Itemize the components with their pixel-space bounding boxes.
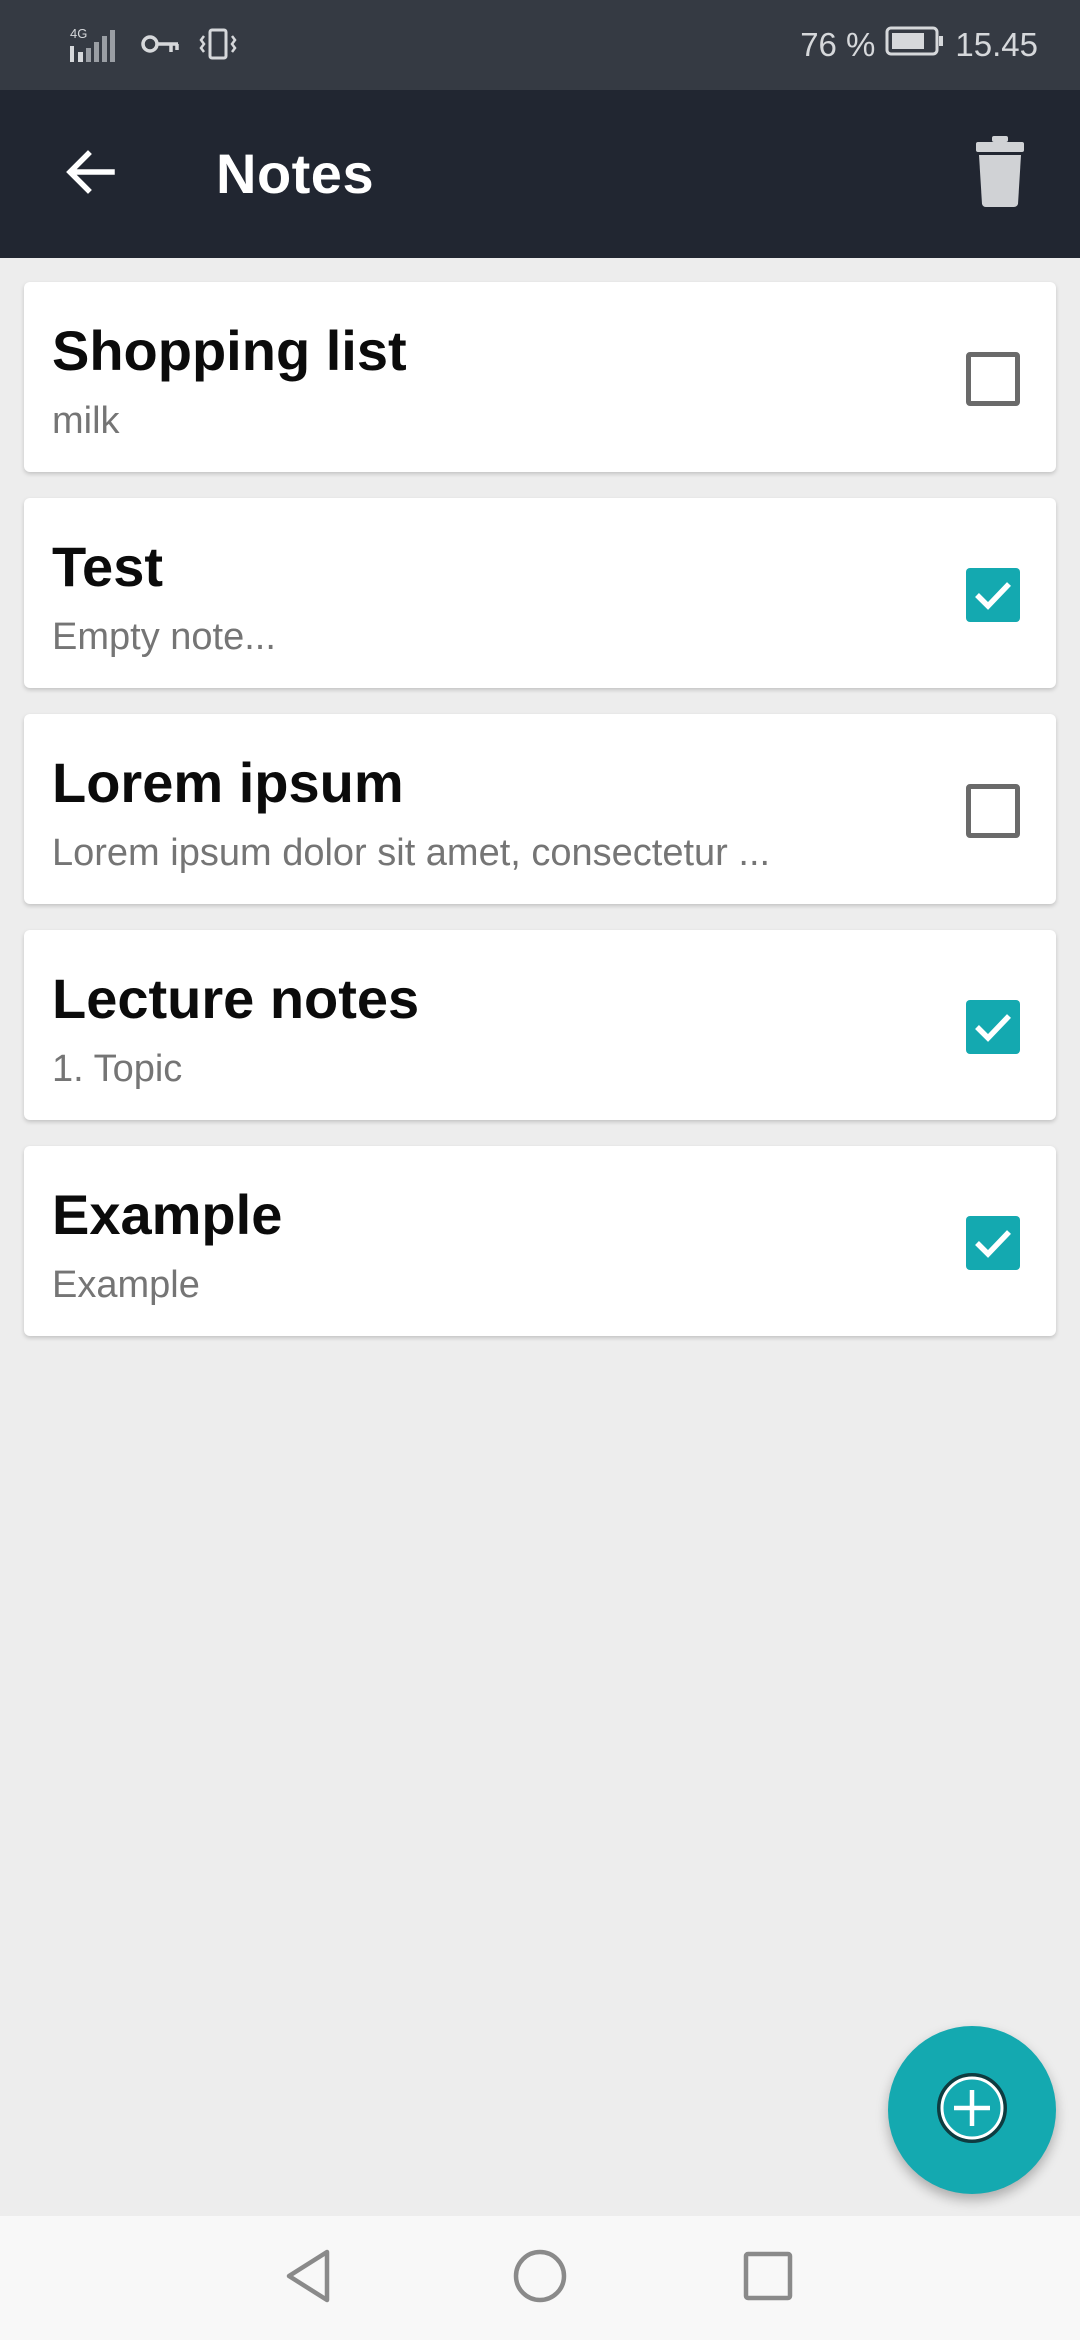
note-checkbox[interactable] bbox=[966, 1216, 1020, 1270]
note-preview: Lorem ipsum dolor sit amet, consectetur … bbox=[52, 832, 771, 874]
note-title: Lorem ipsum bbox=[52, 751, 404, 814]
system-nav-bar bbox=[0, 2216, 1080, 2340]
clock: 15.45 bbox=[955, 26, 1038, 63]
note-card[interactable]: Lecture notes 1. Topic bbox=[24, 930, 1056, 1120]
note-title: Test bbox=[52, 535, 163, 598]
app-bar: Notes bbox=[0, 90, 1080, 258]
add-note-button[interactable] bbox=[888, 2026, 1056, 2194]
note-preview: 1. Topic bbox=[52, 1048, 183, 1090]
note-checkbox[interactable] bbox=[966, 784, 1020, 838]
battery-percent: 76 % bbox=[800, 26, 876, 63]
status-icons-left: 4G bbox=[68, 24, 238, 69]
nav-recents-icon bbox=[741, 2249, 795, 2308]
vpn-key-icon bbox=[140, 24, 180, 69]
status-icons-right: 76 % 15.45 bbox=[800, 0, 1038, 90]
battery-icon bbox=[885, 24, 945, 66]
note-card[interactable]: Example Example bbox=[24, 1146, 1056, 1336]
note-title: Shopping list bbox=[52, 319, 407, 382]
note-card[interactable]: Shopping list milk bbox=[24, 282, 1056, 472]
notes-list: Shopping list milk Test Empty note... Lo… bbox=[24, 282, 1056, 1362]
page-title: Notes bbox=[216, 142, 375, 205]
note-title: Example bbox=[52, 1183, 283, 1246]
signal-icon: 4G bbox=[68, 24, 122, 69]
note-preview: Example bbox=[52, 1264, 200, 1306]
note-checkbox[interactable] bbox=[966, 1000, 1020, 1054]
note-preview: milk bbox=[52, 400, 120, 442]
nav-home-icon bbox=[511, 2247, 569, 2310]
nav-back-icon bbox=[281, 2246, 335, 2311]
arrow-back-icon bbox=[62, 144, 118, 205]
add-circle-icon bbox=[934, 2070, 1010, 2151]
nav-home-button[interactable] bbox=[500, 2238, 580, 2318]
note-preview: Empty note... bbox=[52, 616, 276, 658]
vibrate-icon bbox=[198, 24, 238, 69]
delete-button[interactable] bbox=[950, 124, 1050, 224]
trash-icon bbox=[974, 135, 1026, 213]
note-card[interactable]: Lorem ipsum Lorem ipsum dolor sit amet, … bbox=[24, 714, 1056, 904]
checkmark-icon bbox=[975, 582, 1011, 610]
note-card[interactable]: Test Empty note... bbox=[24, 498, 1056, 688]
back-button[interactable] bbox=[40, 124, 140, 224]
nav-recents-button[interactable] bbox=[728, 2238, 808, 2318]
checkmark-icon bbox=[975, 1230, 1011, 1258]
checkmark-icon bbox=[975, 1014, 1011, 1042]
note-checkbox[interactable] bbox=[966, 352, 1020, 406]
nav-back-button[interactable] bbox=[268, 2238, 348, 2318]
note-checkbox[interactable] bbox=[966, 568, 1020, 622]
status-bar: 4G 76 % 15.45 bbox=[0, 0, 1080, 90]
network-type-label: 4G bbox=[70, 26, 87, 41]
note-title: Lecture notes bbox=[52, 967, 420, 1030]
